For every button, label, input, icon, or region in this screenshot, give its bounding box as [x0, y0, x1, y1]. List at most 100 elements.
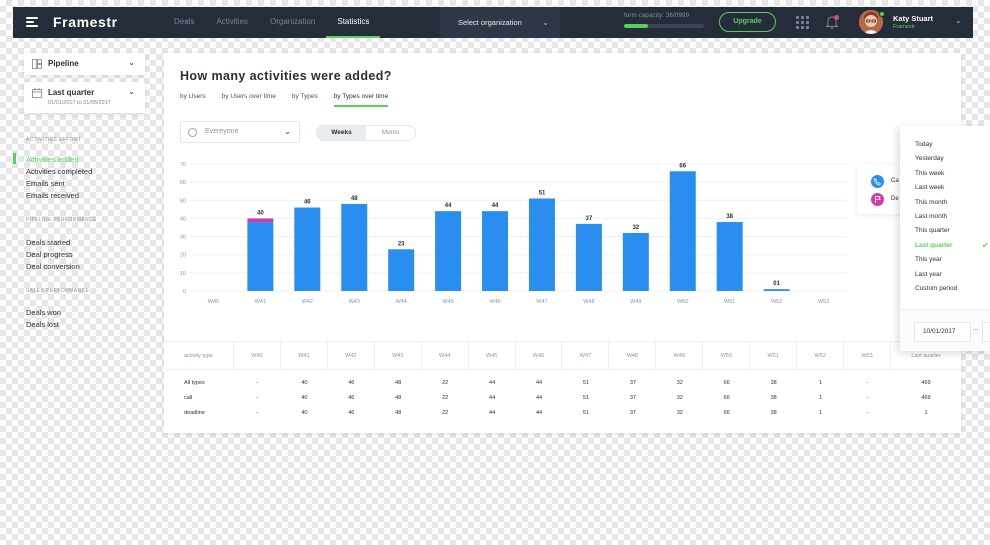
bar-data-label: 23 [398, 241, 405, 247]
nav-organization[interactable]: Organization [259, 7, 326, 38]
bar-call-w51 [716, 222, 743, 291]
sidebar-link-deal-progress[interactable]: Deal progress [26, 250, 73, 259]
date-from-input[interactable]: 10/01/2017 [914, 322, 971, 342]
table-cell: 22 [442, 395, 449, 401]
period-option-this-quarter[interactable]: This quarter [915, 227, 950, 234]
custom-date-range: 10/01/2017 – [900, 309, 990, 351]
form-capacity-label: form capacity: 36/0999 [624, 13, 690, 19]
bar-data-label: 44 [492, 203, 499, 209]
table-cell: 44 [489, 395, 496, 401]
notification-badge [834, 15, 839, 20]
table-cell: 46 [348, 380, 355, 386]
user-filter-select[interactable]: Evereyone ⌄ [180, 121, 300, 143]
period-option-this-week[interactable]: This week [915, 170, 944, 177]
period-option-today[interactable]: Today [915, 141, 932, 148]
table-cell: 44 [535, 395, 543, 401]
sidebar-link-activities-added[interactable]: Activities added [26, 155, 79, 164]
x-tick-label: W47 [536, 299, 547, 305]
period-select[interactable]: Last quarter 01/01/2017 to 31/05/2017 ⌄ [24, 82, 145, 113]
bar-data-label: 44 [445, 203, 452, 209]
segment-months[interactable]: Monts [366, 126, 415, 140]
y-tick-label: 20 [180, 253, 186, 259]
table-cell: 37 [629, 380, 636, 386]
notification-bell-icon[interactable] [825, 15, 839, 30]
sidebar-link-deals-lost[interactable]: Deals lost [26, 320, 59, 329]
table-cell: 40 [301, 395, 308, 401]
flag-icon [871, 193, 884, 206]
bar-call-w44 [388, 249, 415, 291]
table-cell: - [256, 380, 259, 386]
upgrade-button[interactable]: Upgrade [719, 12, 776, 32]
tab-by-users[interactable]: by Users [180, 93, 206, 107]
tab-by-types-over-time[interactable]: by Types over time [333, 93, 389, 107]
online-status-dot [879, 11, 885, 17]
table-header-cell: W44 [422, 342, 469, 370]
y-tick-label: 60 [180, 180, 186, 186]
table-cell: 44 [489, 380, 496, 386]
date-range-separator: – [974, 326, 978, 333]
table-header-cell: W45 [469, 342, 516, 370]
table-cell: 22 [442, 410, 449, 416]
segment-weeks[interactable]: Weeks [317, 126, 366, 140]
y-tick-label: 30 [180, 235, 186, 241]
table-cell: - [866, 395, 869, 401]
statistics-card: How many activities were added? by Users… [164, 53, 961, 433]
table-cell: - [866, 380, 869, 386]
sidebar-link-activities-completed[interactable]: Activities completed [26, 167, 92, 176]
apps-grid-icon[interactable] [796, 16, 809, 29]
table-cell: 22 [442, 380, 449, 386]
hamburger-menu-icon[interactable] [26, 17, 38, 27]
pipeline-label: Pipeline [48, 59, 79, 68]
pipeline-select[interactable]: Pipeline ⌄ [24, 53, 145, 75]
x-tick-label: W43 [349, 299, 360, 305]
period-option-last-month[interactable]: Last month [915, 213, 947, 220]
bar-data-label: 37 [586, 216, 593, 222]
period-option-this-month[interactable]: This month [915, 199, 947, 206]
section-activities-effort: ACTIVITIES EFFORT [26, 137, 82, 143]
nav-activities[interactable]: Activities [205, 7, 259, 38]
user-icon [188, 128, 197, 137]
table-cell: 51 [582, 410, 590, 416]
checkmark-icon: ✔ [982, 240, 989, 250]
tab-by-users-over-time[interactable]: by Users over time [222, 93, 276, 107]
y-tick-label: 40 [180, 216, 186, 222]
table-row: call - 40 46 48 22 44 44 51 37 32 66 38 1 - 469 [164, 391, 961, 405]
user-name[interactable]: Katy Stuart [893, 14, 933, 23]
bar-deadline-w41 [247, 218, 274, 223]
table-cell: 51 [582, 395, 590, 401]
organization-select[interactable]: Select organization ⌄ [440, 7, 560, 38]
table-cell: 32 [676, 410, 683, 416]
table-cell: 1 [819, 380, 823, 386]
sidebar-link-deals-won[interactable]: Deals won [26, 308, 61, 317]
table-cell: call [184, 395, 193, 401]
nav-statistics[interactable]: Statistics [326, 7, 381, 38]
period-option-this-year[interactable]: This year [915, 256, 942, 263]
x-tick-label: W53 [818, 299, 829, 305]
period-option-last-year[interactable]: Last year [915, 271, 942, 278]
table-cell: 48 [395, 380, 402, 386]
x-tick-label: W45 [442, 299, 453, 305]
x-tick-label: W46 [489, 299, 500, 305]
sidebar-link-emails-sent[interactable]: Emails sent [26, 179, 65, 188]
user-menu-chevron-icon[interactable]: ⌄ [955, 16, 962, 25]
bar-call-w47 [528, 198, 555, 291]
sidebar-link-deal-conversion[interactable]: Deal conversion [26, 262, 80, 271]
date-to-input[interactable] [982, 322, 990, 342]
table-cell: 66 [723, 395, 730, 401]
table-cell: 51 [582, 380, 590, 386]
bar-call-w48 [575, 223, 602, 291]
period-option-custom-period[interactable]: Custom period [915, 285, 957, 292]
table-cell: deadline [184, 410, 205, 416]
active-link-marker [13, 153, 16, 164]
period-dropdown: 10/01/2017 – Today Yesterday This week Last… [900, 126, 990, 351]
table-cell: 46 [348, 410, 355, 416]
period-option-last-quarter[interactable]: Last quarter [915, 242, 953, 249]
sidebar-link-emails-received[interactable]: Emails received [26, 191, 79, 200]
x-tick-label: W49 [630, 299, 641, 305]
nav-deals[interactable]: Deals [163, 7, 205, 38]
sidebar-link-deals-started[interactable]: Deals started [26, 238, 70, 247]
tab-by-types[interactable]: by Types [292, 93, 318, 107]
table-cell: 66 [723, 380, 730, 386]
period-option-yesterday[interactable]: Yesterday [915, 155, 944, 162]
period-option-last-week[interactable]: Last week [915, 184, 944, 191]
